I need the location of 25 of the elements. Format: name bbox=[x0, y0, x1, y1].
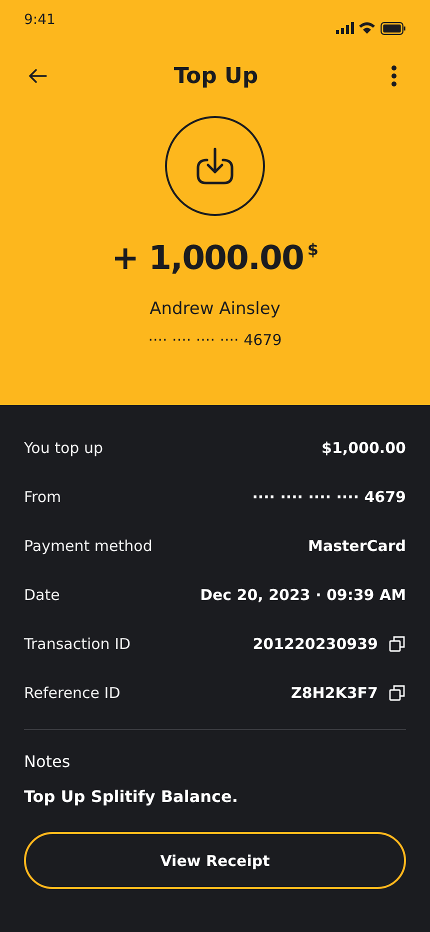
battery-icon bbox=[380, 22, 406, 34]
notes-text: Top Up Splitify Balance. bbox=[24, 786, 239, 808]
detail-value: Dec 20, 2023 · 09:39 AM bbox=[200, 586, 406, 604]
wifi-icon bbox=[359, 22, 375, 34]
detail-value: $1,000.00 bbox=[322, 438, 406, 456]
detail-label: Date bbox=[24, 586, 60, 604]
detail-value: ···· ···· ···· ···· 4679 bbox=[252, 488, 406, 506]
detail-label: Reference ID bbox=[24, 684, 120, 702]
signal-icon bbox=[336, 22, 354, 34]
currency-symbol: $ bbox=[307, 240, 319, 259]
status-time: 9:41 bbox=[24, 12, 56, 30]
detail-label: You top up bbox=[24, 438, 103, 456]
account-name: Andrew Ainsley bbox=[150, 299, 280, 319]
view-receipt-button[interactable]: View Receipt bbox=[24, 832, 406, 889]
notes-label: Notes bbox=[24, 751, 72, 773]
detail-label: Transaction ID bbox=[24, 634, 131, 652]
detail-value: MasterCard bbox=[308, 536, 406, 554]
detail-label: Payment method bbox=[24, 536, 152, 554]
more-icon bbox=[391, 64, 397, 88]
detail-value: 201220230939 bbox=[252, 634, 378, 652]
amount: + 1,000.00 bbox=[111, 238, 304, 277]
detail-label: From bbox=[24, 488, 62, 506]
page-title: Top Up bbox=[174, 64, 258, 88]
detail-value: Z8H2K3F7 bbox=[290, 684, 378, 702]
card-number: ···· ···· ···· ···· 4679 bbox=[148, 331, 282, 349]
